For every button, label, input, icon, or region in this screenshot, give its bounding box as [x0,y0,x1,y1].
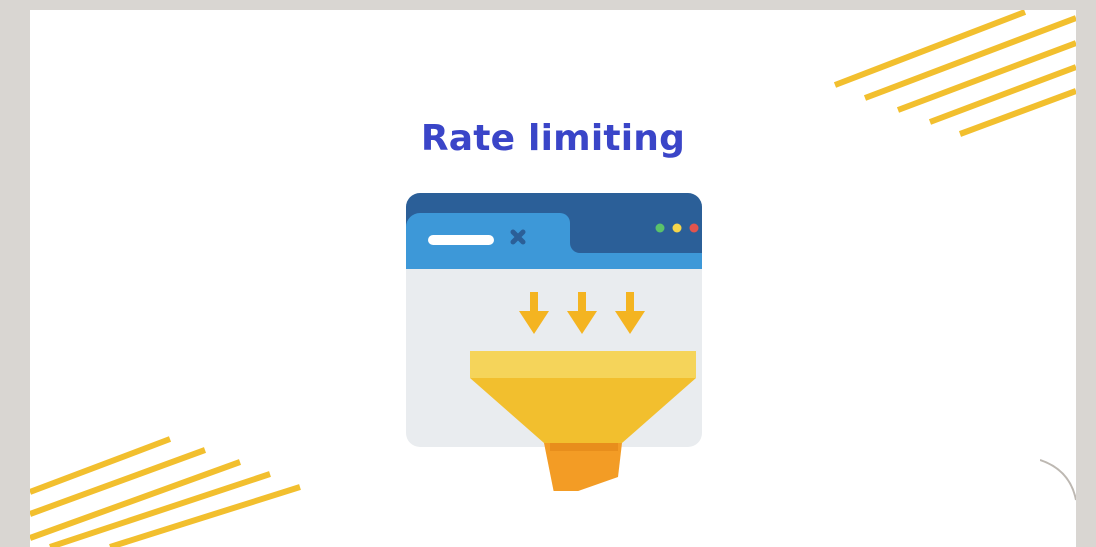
close-x-icon [510,229,526,245]
decorative-stripes-bottom-left [30,436,301,547]
page-title: Rate limiting [420,118,686,159]
down-arrow-icon [519,292,645,334]
decorative-arc [1040,459,1076,501]
browser-window-icon [406,193,702,491]
slide-card: Rate limiting [30,10,1076,547]
